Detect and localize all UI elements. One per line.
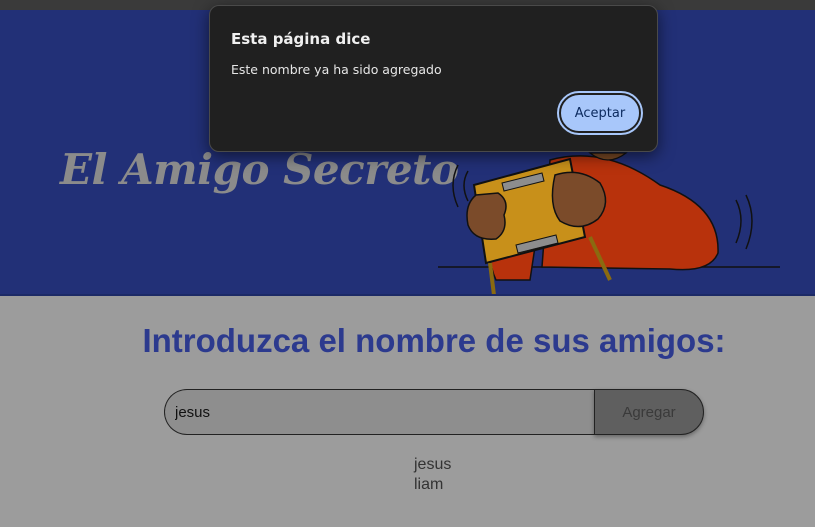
friends-list: jesus liam bbox=[414, 455, 451, 495]
list-item: jesus bbox=[414, 456, 452, 473]
dialog-message: Este nombre ya ha sido agregado bbox=[231, 62, 442, 77]
alert-dialog: Esta página dice Este nombre ya ha sido … bbox=[209, 5, 658, 152]
add-friend-button[interactable]: Agregar bbox=[594, 389, 704, 435]
page-heading: Introduzca el nombre de sus amigos: bbox=[142, 322, 726, 359]
dialog-title: Esta página dice bbox=[231, 30, 371, 48]
hero-title: El Amigo Secreto bbox=[60, 145, 459, 194]
friend-name-input[interactable] bbox=[164, 389, 594, 435]
list-item: liam bbox=[414, 476, 444, 493]
friend-input-row: Agregar bbox=[164, 389, 704, 435]
accept-button[interactable]: Aceptar bbox=[557, 91, 643, 135]
person-holding-gift-box-illustration bbox=[438, 152, 780, 294]
